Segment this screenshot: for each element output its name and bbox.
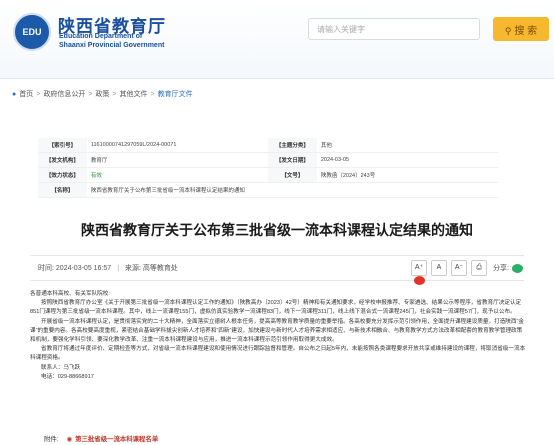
- meta-row: 【名称】 陕西省教育厅关于公布第三批省级一流本科课程认定结果的通知: [38, 182, 498, 198]
- meta-docno-value: 陕教函〔2024〕243号: [316, 167, 498, 183]
- article-paragraph: 开展省级一流本科课程认定，是贯彻落实党的二十大精神，全面落实立德树人根本任务，提…: [30, 318, 524, 344]
- site-title-en-line1: Education Department of: [59, 33, 143, 40]
- source-value: 高等教育处: [142, 265, 178, 272]
- meta-index-label: 【索引号】: [38, 138, 87, 153]
- meta-index-value: 11610000741297059L/2024-00071: [86, 138, 268, 153]
- attachment-link[interactable]: 第三批省级一流本科课程名单: [75, 436, 158, 443]
- search-icon: ⚲: [504, 25, 512, 36]
- breadcrumb-policy[interactable]: 政策: [95, 91, 109, 98]
- article-paragraph: 按照陕西省教育厅办公室《关于开展第三批省级一流本科课程认定工作的通知》（陕教高办…: [30, 300, 522, 316]
- meta-issuer-value: 教育厅: [86, 152, 268, 168]
- time-value: 2024-03-05 16:57: [55, 265, 112, 272]
- breadcrumb: ● 首页 > 政府信息公开 > 政策 > 其他文件 > 教育厅文件: [12, 89, 193, 99]
- meta-row: 【索引号】 11610000741297059L/2024-00071 【主题分…: [38, 138, 498, 153]
- breadcrumb-home[interactable]: 首页: [19, 91, 33, 98]
- meta-row: 【发文机构】 教育厅 【发文日期】 2024-03-05: [38, 152, 498, 168]
- meta-date-value: 2024-03-05: [316, 152, 498, 168]
- print-icon[interactable]: ⎙: [471, 260, 487, 276]
- breadcrumb-gov-info[interactable]: 政府信息公开: [43, 91, 85, 98]
- meta-name-value: 陕西省教育厅关于公布第三批省级一流本科课程认定结果的通知: [86, 182, 498, 198]
- search-input[interactable]: [308, 18, 480, 40]
- article-title: 陕西省教育厅关于公布第三批省级一流本科课程认定结果的通知: [81, 223, 473, 239]
- info-divider: |: [117, 265, 120, 272]
- meta-date-label: 【发文日期】: [267, 152, 317, 168]
- search-button[interactable]: ⚲ 搜 索: [493, 17, 549, 41]
- meta-row: 【效力状态】 有效 【文号】 陕教函〔2024〕243号: [38, 167, 498, 183]
- meta-docno-label: 【文号】: [267, 167, 317, 183]
- breadcrumb-current[interactable]: 教育厅文件: [158, 91, 193, 98]
- location-pin-icon: ●: [12, 91, 17, 98]
- source-label: 来源:: [125, 265, 141, 272]
- time-label: 时间:: [38, 265, 54, 272]
- article-paragraph: 省教育厅将通过年度评价、定期检查等方式，对省级一流本科课程建设和使用情况进行跟踪…: [30, 346, 526, 362]
- font-size-small-button[interactable]: A⁻: [451, 260, 467, 276]
- article-greeting: 各普通本科高校、有关军队院校:: [30, 291, 110, 297]
- font-size-normal-button[interactable]: A: [431, 260, 447, 276]
- wechat-share-icon[interactable]: [511, 263, 523, 273]
- article-info-bar: 时间: 2024-03-05 16:57 | 来源: 高等教育处 A⁺ A A⁻ ⎙ 分享:: [30, 255, 524, 285]
- breadcrumb-separator: >: [36, 91, 41, 98]
- document-meta-table: 【索引号】 11610000741297059L/2024-00071 【主题分…: [38, 138, 498, 198]
- meta-status-value: 有效: [86, 167, 268, 183]
- breadcrumb-separator: >: [150, 91, 155, 98]
- site-header: EDU 陕西省教育厅 Education Department of Shaan…: [0, 0, 554, 79]
- site-title-en-line2: Shaanxi Provincial Government: [59, 42, 165, 49]
- attachment-file-icon: ◉: [66, 436, 73, 443]
- meta-category-value: 其他: [316, 138, 498, 153]
- meta-category-label: 【主题分类】: [267, 138, 317, 153]
- breadcrumb-separator: >: [88, 91, 93, 98]
- department-emblem-icon[interactable]: EDU: [13, 13, 51, 51]
- share-label: 分享:: [493, 265, 509, 272]
- article-body: 各普通本科高校、有关军队院校: 按照陕西省教育厅办公室《关于开展第三批省级一流本…: [30, 290, 526, 382]
- breadcrumb-separator: >: [112, 91, 117, 98]
- breadcrumb-other-files[interactable]: 其他文件: [120, 91, 148, 98]
- meta-issuer-label: 【发文机构】: [38, 152, 87, 168]
- article-tools: A⁺ A A⁻ ⎙ 分享:: [411, 260, 524, 285]
- attachment-row: 附件: ◉ 第三批省级一流本科课程名单: [44, 434, 158, 443]
- meta-status-label: 【效力状态】: [38, 167, 87, 183]
- font-size-large-button[interactable]: A⁺: [411, 260, 427, 276]
- meta-name-label: 【名称】: [38, 182, 87, 198]
- search-button-label: 搜 索: [514, 25, 538, 37]
- weibo-share-icon[interactable]: [414, 276, 425, 285]
- article-contact: 联系人：马飞跃: [41, 364, 81, 371]
- attachment-label: 附件:: [44, 436, 59, 443]
- article-phone: 电话：029-88668917: [41, 373, 94, 380]
- article-publish-info: 时间: 2024-03-05 16:57 | 来源: 高等教育处: [38, 263, 178, 273]
